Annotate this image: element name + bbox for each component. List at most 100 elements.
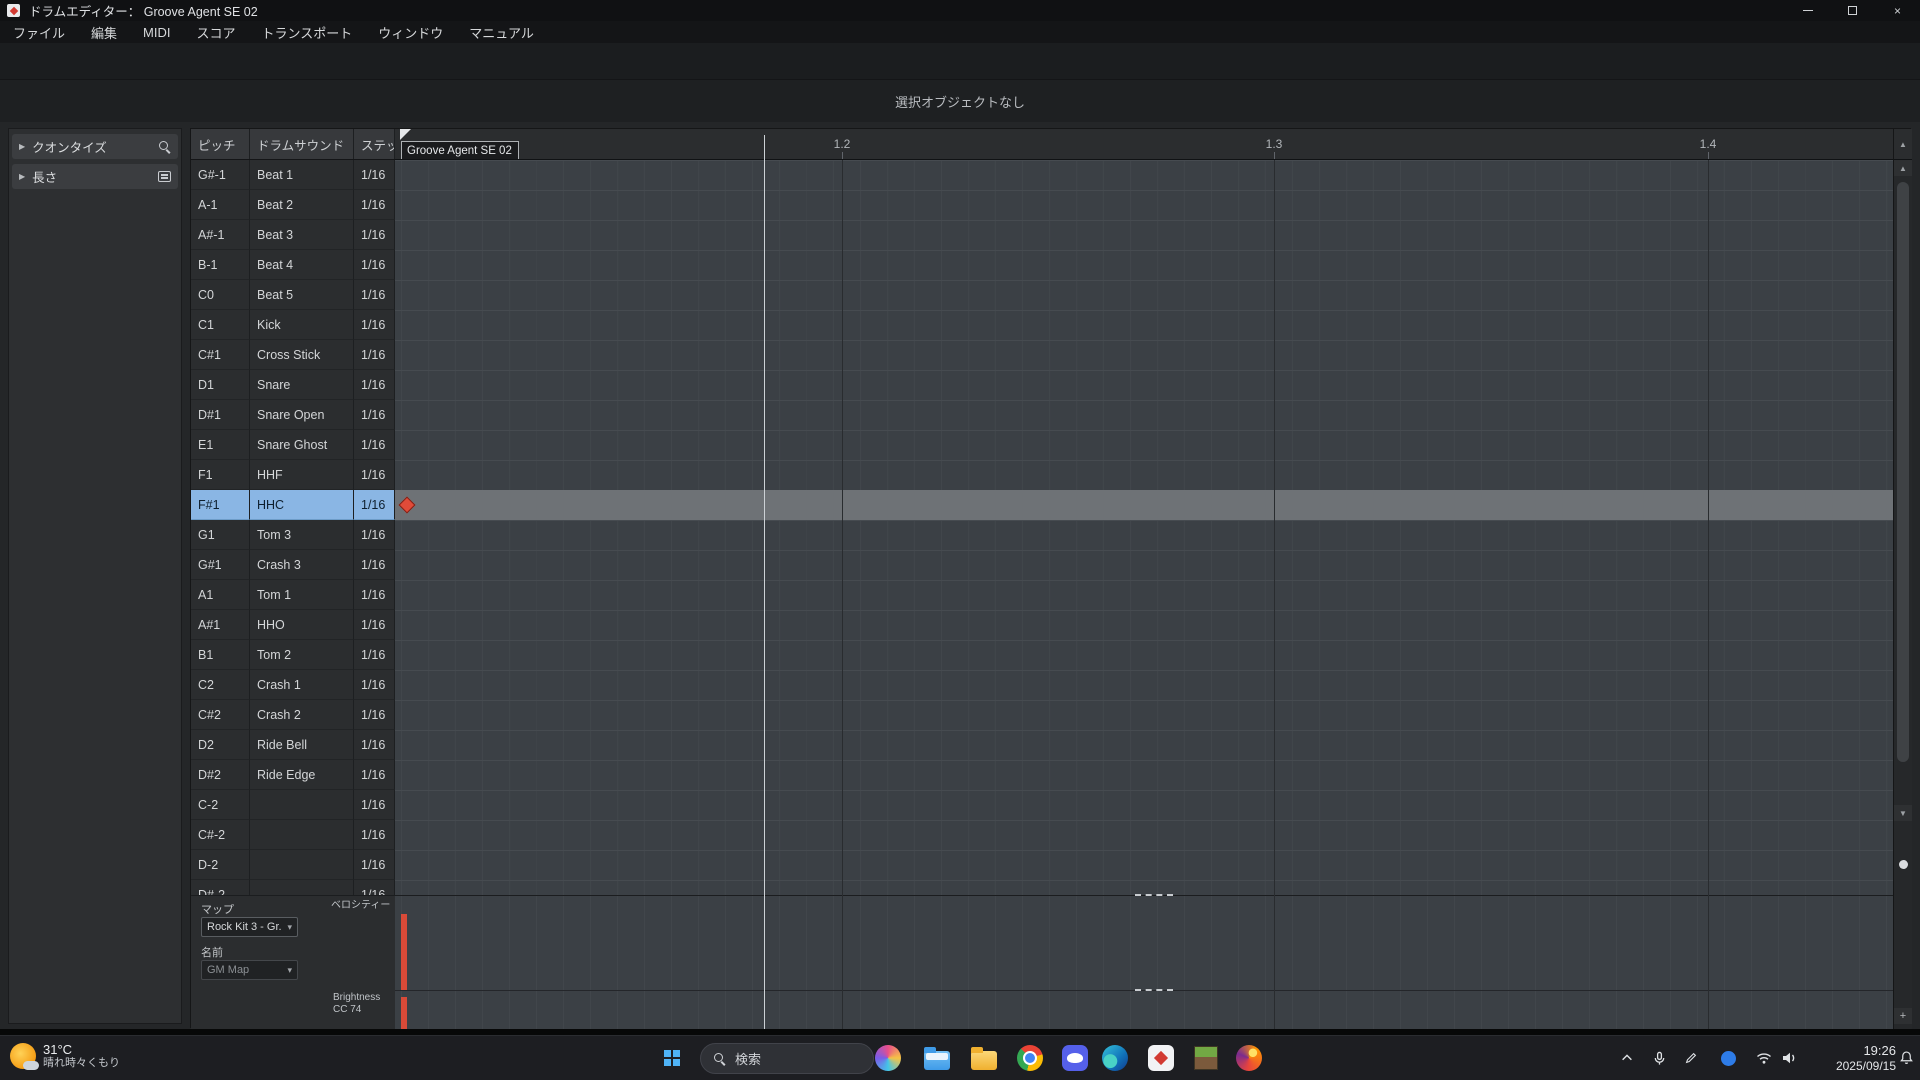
drum-cell-step[interactable]: 1/16 (354, 520, 395, 550)
drum-row-F#1[interactable]: F#1HHC1/16 (191, 490, 395, 520)
cc74-bar[interactable] (401, 997, 407, 1030)
ruler[interactable]: Groove Agent SE 02 1.21.31.4 (395, 129, 1893, 160)
drum-row-E1[interactable]: E1Snare Ghost1/16 (191, 430, 395, 460)
tray-network[interactable] (1750, 1044, 1778, 1072)
menu-item[interactable]: マニュアル (456, 21, 547, 43)
drum-row-A#1[interactable]: A#1HHO1/16 (191, 610, 395, 640)
taskbar-app-discord[interactable] (1055, 1038, 1095, 1078)
drum-row-G#1[interactable]: G#1Crash 31/16 (191, 550, 395, 580)
drum-row-C2[interactable]: C2Crash 11/16 (191, 670, 395, 700)
drum-cell-pitch[interactable]: G#1 (191, 550, 250, 580)
drum-cell-step[interactable]: 1/16 (354, 250, 395, 280)
drum-cell-sound[interactable]: HHO (250, 610, 354, 640)
drum-cell-pitch[interactable]: C#1 (191, 340, 250, 370)
drum-cell-pitch[interactable]: A-1 (191, 190, 250, 220)
drum-cell-step[interactable]: 1/16 (354, 400, 395, 430)
drum-cell-step[interactable]: 1/16 (354, 550, 395, 580)
drum-cell-step[interactable]: 1/16 (354, 340, 395, 370)
drum-row-C#1[interactable]: C#1Cross Stick1/16 (191, 340, 395, 370)
drum-row-B1[interactable]: B1Tom 21/16 (191, 640, 395, 670)
menu-item[interactable]: ウィンドウ (365, 21, 456, 43)
drum-cell-sound[interactable]: Beat 2 (250, 190, 354, 220)
drum-row-C1[interactable]: C1Kick1/16 (191, 310, 395, 340)
taskbar-search[interactable]: 検索 (700, 1043, 874, 1074)
scroll-up-button[interactable]: ▲ (1894, 160, 1912, 176)
drum-cell-sound[interactable]: Tom 2 (250, 640, 354, 670)
drum-cell-sound[interactable]: Beat 4 (250, 250, 354, 280)
lane-resize-handle[interactable] (1135, 894, 1173, 896)
lane-resize-handle[interactable] (1135, 989, 1173, 991)
drum-row-D#1[interactable]: D#1Snare Open1/16 (191, 400, 395, 430)
drum-cell-step[interactable]: 1/16 (354, 790, 395, 820)
drum-name-select[interactable]: GM Map ▾ (201, 960, 298, 980)
menu-item[interactable]: トランスポート (249, 21, 366, 43)
drum-cell-pitch[interactable]: A#-1 (191, 220, 250, 250)
drum-cell-step[interactable]: 1/16 (354, 220, 395, 250)
drum-cell-sound[interactable]: Tom 1 (250, 580, 354, 610)
drum-cell-pitch[interactable]: D2 (191, 730, 250, 760)
drum-cell-step[interactable]: 1/16 (354, 880, 395, 895)
tray-volume[interactable] (1775, 1044, 1803, 1072)
inspector-section-quantize[interactable]: ▶ クオンタイズ (12, 134, 178, 159)
drum-cell-sound[interactable]: Crash 1 (250, 670, 354, 700)
drum-cell-step[interactable]: 1/16 (354, 430, 395, 460)
drum-row-B-1[interactable]: B-1Beat 41/16 (191, 250, 395, 280)
drum-cell-pitch[interactable]: C-2 (191, 790, 250, 820)
drum-cell-pitch[interactable]: C2 (191, 670, 250, 700)
drum-cell-sound[interactable]: Tom 3 (250, 520, 354, 550)
drum-cell-sound[interactable]: Beat 5 (250, 280, 354, 310)
drum-cell-pitch[interactable]: C1 (191, 310, 250, 340)
drum-row-D2[interactable]: D2Ride Bell1/16 (191, 730, 395, 760)
drum-cell-step[interactable]: 1/16 (354, 730, 395, 760)
drum-cell-step[interactable]: 1/16 (354, 670, 395, 700)
drum-cell-sound[interactable]: Beat 1 (250, 160, 354, 190)
drum-cell-step[interactable]: 1/16 (354, 190, 395, 220)
inspector-section-length[interactable]: ▶ 長さ (12, 164, 178, 189)
drum-cell-pitch[interactable]: G1 (191, 520, 250, 550)
note-grid[interactable] (395, 160, 1893, 895)
drum-cell-step[interactable]: 1/16 (354, 820, 395, 850)
drum-cell-step[interactable]: 1/16 (354, 460, 395, 490)
zoom-in-button[interactable]: + (1894, 1008, 1912, 1024)
drum-cell-pitch[interactable]: D#-2 (191, 880, 250, 895)
drum-cell-step[interactable]: 1/16 (354, 760, 395, 790)
drum-cell-sound[interactable] (250, 790, 354, 820)
drum-cell-pitch[interactable]: D#2 (191, 760, 250, 790)
taskbar-app-firefox[interactable] (1229, 1038, 1269, 1078)
taskbar-clock[interactable]: 19:26 2025/09/15 (1806, 1043, 1896, 1073)
drum-cell-sound[interactable] (250, 850, 354, 880)
drum-cell-sound[interactable]: Cross Stick (250, 340, 354, 370)
tray-pen[interactable] (1677, 1044, 1705, 1072)
drum-row-C#-2[interactable]: C#-21/16 (191, 820, 395, 850)
drum-row-F1[interactable]: F1HHF1/16 (191, 460, 395, 490)
drum-row-G1[interactable]: G1Tom 31/16 (191, 520, 395, 550)
drum-row-G#-1[interactable]: G#-1Beat 11/16 (191, 160, 395, 190)
notification-button[interactable] (1899, 1050, 1914, 1070)
drum-cell-sound[interactable]: Snare (250, 370, 354, 400)
velocity-lane-label[interactable]: ベロシティー (331, 900, 390, 912)
drum-row-C0[interactable]: C0Beat 51/16 (191, 280, 395, 310)
menu-item[interactable]: ファイル (0, 21, 78, 43)
cc-lane-label[interactable]: Brightness CC 74 (333, 992, 380, 1016)
drum-cell-sound[interactable]: HHF (250, 460, 354, 490)
drum-cell-pitch[interactable]: D#1 (191, 400, 250, 430)
column-header-sound[interactable]: ドラムサウンド (250, 129, 354, 159)
tray-app[interactable] (1714, 1044, 1742, 1072)
taskbar-app-minecraft[interactable] (1186, 1038, 1226, 1078)
menu-item[interactable]: MIDI (130, 21, 183, 43)
drum-cell-sound[interactable] (250, 820, 354, 850)
controller-lane[interactable] (395, 895, 1893, 1029)
drum-cell-step[interactable]: 1/16 (354, 850, 395, 880)
drum-cell-step[interactable]: 1/16 (354, 370, 395, 400)
drum-row-A-1[interactable]: A-1Beat 21/16 (191, 190, 395, 220)
search-icon[interactable] (158, 140, 171, 153)
drum-cell-sound[interactable]: Kick (250, 310, 354, 340)
taskbar-app-folder[interactable] (964, 1038, 1004, 1078)
drum-cell-pitch[interactable]: G#-1 (191, 160, 250, 190)
drum-row-D-2[interactable]: D-21/16 (191, 850, 395, 880)
drum-cell-sound[interactable]: Beat 3 (250, 220, 354, 250)
taskbar-app-chrome[interactable] (1010, 1038, 1050, 1078)
drum-cell-pitch[interactable]: F#1 (191, 490, 250, 520)
drum-cell-step[interactable]: 1/16 (354, 700, 395, 730)
taskbar-app-file-explorer[interactable] (917, 1038, 957, 1078)
